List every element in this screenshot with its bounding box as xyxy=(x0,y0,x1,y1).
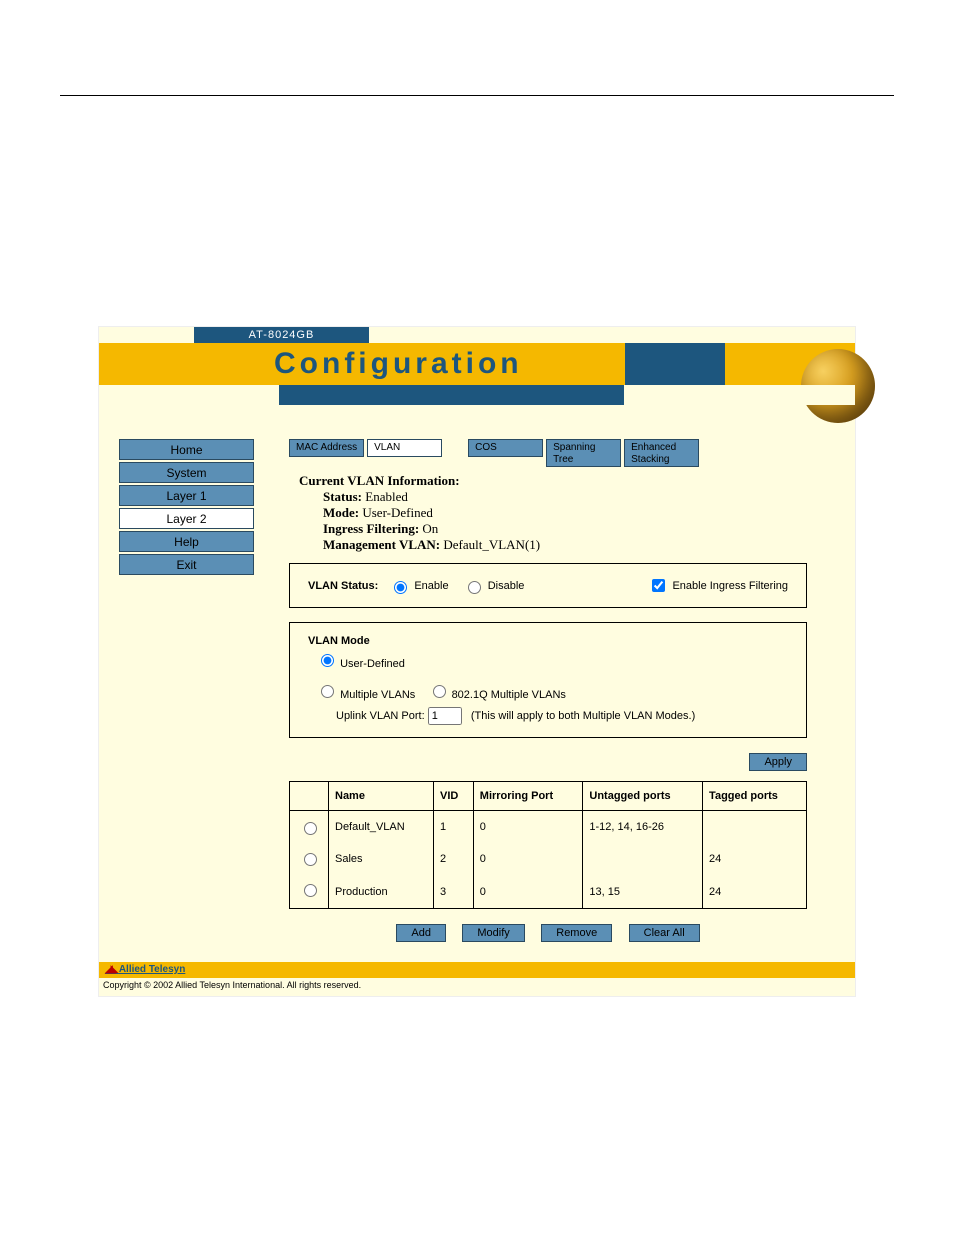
tab-vlan[interactable]: VLAN xyxy=(367,439,442,457)
nav-exit[interactable]: Exit xyxy=(119,554,254,575)
cell-mirroring: 0 xyxy=(473,811,583,844)
table-buttons: Add Modify Remove Clear All xyxy=(289,923,807,942)
table-row: Default_VLAN 1 0 1-12, 14, 16-26 xyxy=(290,811,807,844)
vlan-info: Current VLAN Information: Status: Enable… xyxy=(299,473,807,553)
uplink-note: (This will apply to both Multiple VLAN M… xyxy=(471,710,695,722)
col-mirroring: Mirroring Port xyxy=(473,782,583,811)
banner-sub xyxy=(99,385,855,405)
tab-spanning-tree[interactable]: Spanning Tree xyxy=(546,439,621,467)
mgmt-label: Management VLAN: xyxy=(323,537,440,552)
col-tagged: Tagged ports xyxy=(703,782,807,811)
vlan-mode-heading: VLAN Mode xyxy=(308,635,788,647)
app-window: AT-8024GB Configuration Home System Laye… xyxy=(98,326,856,997)
main-content: MAC Address VLAN COS Spanning Tree Enhan… xyxy=(289,439,855,942)
ingress-value: On xyxy=(422,521,438,536)
col-untagged: Untagged ports xyxy=(583,782,703,811)
page-title: Configuration xyxy=(274,343,523,385)
cell-vid: 1 xyxy=(434,811,474,844)
cell-vid: 2 xyxy=(434,843,474,875)
mode-multiple-radio[interactable] xyxy=(321,685,334,698)
cell-vid: 3 xyxy=(434,876,474,909)
cell-name: Sales xyxy=(329,843,434,875)
cell-tagged xyxy=(703,811,807,844)
mode-value: User-Defined xyxy=(362,505,432,520)
ingress-filtering-checkbox[interactable] xyxy=(652,579,665,592)
mgmt-value: Default_VLAN(1) xyxy=(443,537,540,552)
col-vid: VID xyxy=(434,782,474,811)
row-select-radio[interactable] xyxy=(304,884,317,897)
tab-enhanced-stacking[interactable]: Enhanced Stacking xyxy=(624,439,699,467)
mode-dot1q-label: 802.1Q Multiple VLANs xyxy=(452,689,566,701)
col-name: Name xyxy=(329,782,434,811)
tab-bar: MAC Address VLAN COS Spanning Tree Enhan… xyxy=(289,439,807,467)
remove-button[interactable]: Remove xyxy=(541,924,612,942)
vlan-status-disable-radio[interactable] xyxy=(468,581,481,594)
add-button[interactable]: Add xyxy=(396,924,446,942)
cell-tagged: 24 xyxy=(703,843,807,875)
nav-layer1[interactable]: Layer 1 xyxy=(119,485,254,506)
uplink-port-label: Uplink VLAN Port: xyxy=(336,710,425,722)
nav-help[interactable]: Help xyxy=(119,531,254,552)
row-select-radio[interactable] xyxy=(304,853,317,866)
cell-untagged xyxy=(583,843,703,875)
vlan-status-enable-radio[interactable] xyxy=(394,581,407,594)
cell-mirroring: 0 xyxy=(473,843,583,875)
uplink-port-input[interactable] xyxy=(428,707,462,725)
cell-mirroring: 0 xyxy=(473,876,583,909)
tab-mac-address[interactable]: MAC Address xyxy=(289,439,364,457)
ingress-label: Ingress Filtering: xyxy=(323,521,419,536)
cell-name: Default_VLAN xyxy=(329,811,434,844)
clear-all-button[interactable]: Clear All xyxy=(629,924,700,942)
cell-name: Production xyxy=(329,876,434,909)
table-row: Production 3 0 13, 15 24 xyxy=(290,876,807,909)
banner-accent xyxy=(625,343,725,385)
copyright: Copyright © 2002 Allied Telesyn Internat… xyxy=(99,978,855,996)
vlan-status-disable-label: Disable xyxy=(488,580,525,592)
nav-layer2[interactable]: Layer 2 xyxy=(119,508,254,529)
nav-home[interactable]: Home xyxy=(119,439,254,460)
row-select-radio[interactable] xyxy=(304,822,317,835)
status-value: Enabled xyxy=(365,489,408,504)
col-select xyxy=(290,782,329,811)
vlan-mode-panel: VLAN Mode User-Defined Multiple VLANs 80… xyxy=(289,622,807,738)
mode-multiple-label: Multiple VLANs xyxy=(340,689,415,701)
sidebar: Home System Layer 1 Layer 2 Help Exit xyxy=(99,439,289,942)
brand-logo[interactable]: ◢◣ Allied Telesyn xyxy=(105,962,185,978)
footer-bar: ◢◣ Allied Telesyn xyxy=(99,962,855,978)
model-label: AT-8024GB xyxy=(194,327,369,343)
vlan-info-heading: Current VLAN Information: xyxy=(299,473,807,489)
vlan-table: Name VID Mirroring Port Untagged ports T… xyxy=(289,781,807,909)
status-label: Status: xyxy=(323,489,362,504)
apply-button[interactable]: Apply xyxy=(749,753,807,771)
modify-button[interactable]: Modify xyxy=(462,924,524,942)
cell-tagged: 24 xyxy=(703,876,807,909)
mode-user-defined-label: User-Defined xyxy=(340,658,405,670)
vlan-status-label: VLAN Status: xyxy=(308,580,378,592)
cell-untagged: 13, 15 xyxy=(583,876,703,909)
mode-label: Mode: xyxy=(323,505,359,520)
vlan-status-enable-label: Enable xyxy=(414,580,448,592)
banner: Configuration xyxy=(99,343,855,385)
tab-cos[interactable]: COS xyxy=(468,439,543,457)
nav-system[interactable]: System xyxy=(119,462,254,483)
vlan-status-panel: VLAN Status: Enable Disable Enable Ingre… xyxy=(289,563,807,608)
table-row: Sales 2 0 24 xyxy=(290,843,807,875)
ingress-filtering-label: Enable Ingress Filtering xyxy=(672,580,788,592)
mode-user-defined-radio[interactable] xyxy=(321,654,334,667)
mode-dot1q-radio[interactable] xyxy=(433,685,446,698)
cell-untagged: 1-12, 14, 16-26 xyxy=(583,811,703,844)
